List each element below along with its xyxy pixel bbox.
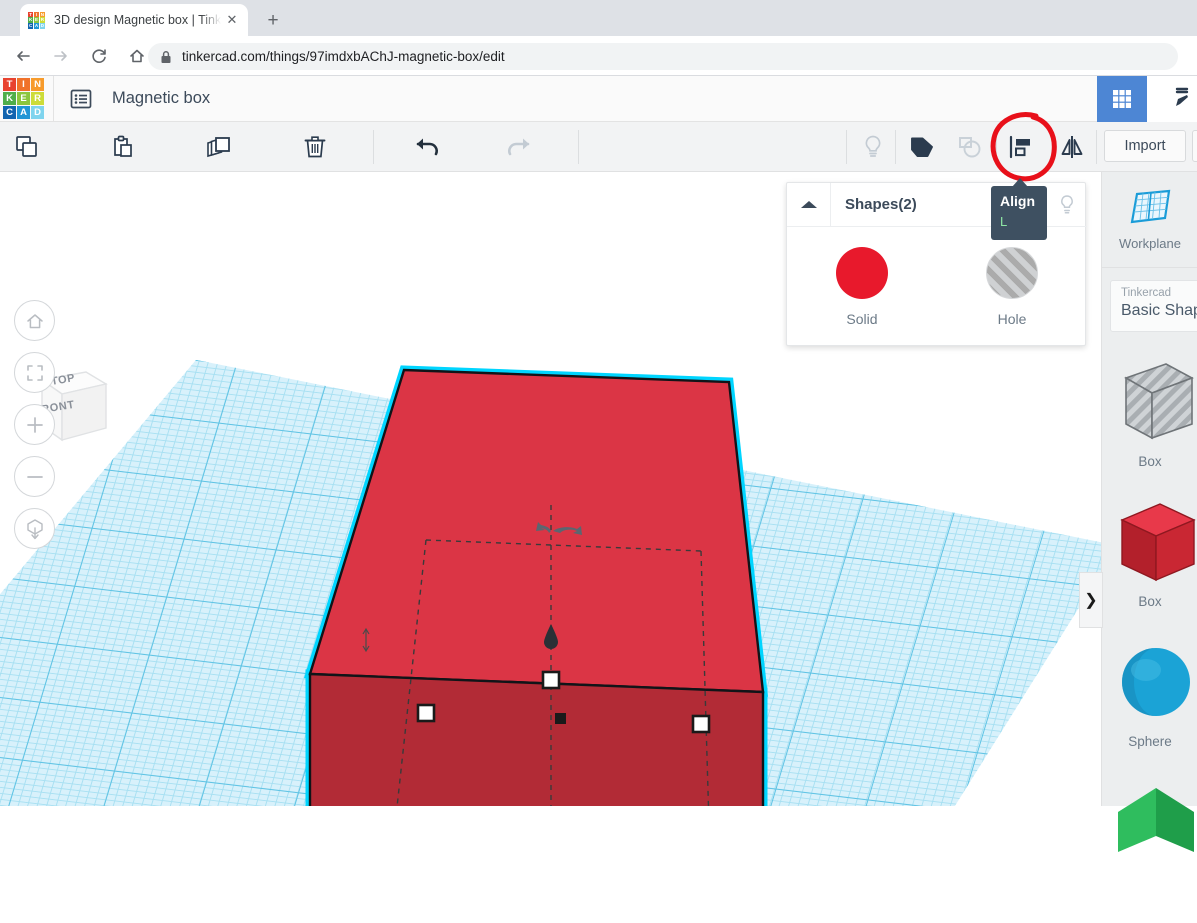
logo-tile-n: N <box>31 78 44 91</box>
logo-tile-e: E <box>17 92 30 105</box>
logo-tile-k: K <box>3 92 16 105</box>
zoom-in-button[interactable] <box>14 404 55 445</box>
tooltip-title: Align <box>1000 193 1038 209</box>
back-button[interactable] <box>8 41 38 71</box>
browser-tab-strip: TIN KER CAD 3D design Magnetic box | Tinke… <box>0 0 1197 36</box>
duplicate-button[interactable] <box>202 130 236 164</box>
shape-box-hole-label: Box <box>1138 454 1161 469</box>
new-tab-button[interactable]: + <box>260 8 286 34</box>
browser-tab[interactable]: TIN KER CAD 3D design Magnetic box | Tinke… <box>20 4 248 36</box>
shapes-popup-body: Solid Hole <box>787 227 1087 347</box>
logo-tile-i: I <box>34 12 39 17</box>
logo-tile-r: R <box>40 17 45 22</box>
solid-swatch[interactable]: Solid <box>787 227 937 347</box>
app-header: TIN KER CAD Magnetic box <box>0 76 1197 122</box>
workplane-grid[interactable] <box>0 332 1101 806</box>
collapse-sidebar-button[interactable]: ❯ <box>1079 572 1103 628</box>
workplane-label: Workplane <box>1119 236 1181 251</box>
app-toolbar <box>0 122 1197 172</box>
shape-sphere-label: Sphere <box>1128 734 1172 749</box>
logo-tile-t: T <box>28 12 33 17</box>
logo-tile-d: D <box>31 106 44 119</box>
forward-button[interactable] <box>46 41 76 71</box>
hole-swatch[interactable]: Hole <box>937 227 1087 347</box>
page-title[interactable]: Magnetic box <box>112 89 210 108</box>
logo-tile-e: E <box>34 17 39 22</box>
shapes-sidebar: Workplane Tinkercad Basic Shapes Box Box <box>1101 172 1197 806</box>
list-menu-icon[interactable] <box>68 86 94 112</box>
shape-sphere[interactable]: Sphere <box>1102 638 1197 783</box>
toolbar-divider-3 <box>846 130 847 164</box>
toolbar-divider-4 <box>895 130 896 164</box>
logo-tile-c: C <box>3 106 16 119</box>
browser-tab-title: 3D design Magnetic box | Tinkerc <box>54 13 221 27</box>
chevron-up-icon[interactable] <box>787 183 831 227</box>
toolbar-divider <box>373 130 374 164</box>
align-tooltip: Align L <box>991 186 1047 240</box>
edit-tab[interactable] <box>1147 76 1197 122</box>
zoom-out-button[interactable] <box>14 456 55 497</box>
toolbar-divider-6 <box>1096 130 1097 164</box>
copy-button[interactable] <box>10 130 44 164</box>
shape-box-solid-label: Box <box>1138 594 1161 609</box>
lightbulb-icon[interactable] <box>1047 193 1087 217</box>
mirror-icon[interactable] <box>1055 130 1089 164</box>
logo-tile-d: D <box>40 23 45 28</box>
shape-box-solid[interactable]: Box <box>1102 498 1197 643</box>
url-text: tinkercad.com/things/97imdxbAChJ-magneti… <box>182 49 505 64</box>
export-button[interactable] <box>1192 130 1197 162</box>
header-tabs <box>1097 76 1197 122</box>
undo-button[interactable] <box>412 130 446 164</box>
workplane-grid-icon <box>1127 188 1173 228</box>
logo-tile-a: A <box>34 23 39 28</box>
logo-tile-r: R <box>31 92 44 105</box>
solid-swatch-label: Solid <box>846 311 877 327</box>
logo-tile-a: A <box>17 106 30 119</box>
header-divider <box>53 76 54 122</box>
shape-library-select[interactable]: Tinkercad Basic Shapes <box>1110 280 1197 332</box>
home-view-button[interactable] <box>14 300 55 341</box>
close-tab-icon[interactable]: ✕ <box>224 12 240 28</box>
tooltip-shortcut: L <box>1000 214 1038 229</box>
logo-tile-n: N <box>40 12 45 17</box>
tinkercad-logo[interactable]: TIN KER CAD <box>3 78 45 120</box>
logo-tile-c: C <box>28 23 33 28</box>
redo-button[interactable] <box>500 130 534 164</box>
library-vendor-label: Tinkercad <box>1121 287 1197 299</box>
group-shapes-icon[interactable] <box>905 130 939 164</box>
shape-box-hole[interactable]: Box <box>1102 358 1197 503</box>
address-bar[interactable]: tinkercad.com/things/97imdxbAChJ-magneti… <box>148 43 1178 70</box>
tinkercad-favicon-icon: TIN KER CAD <box>28 12 45 29</box>
logo-tile-i: I <box>17 78 30 91</box>
ungroup-shapes-icon[interactable] <box>953 130 987 164</box>
lock-icon <box>160 50 172 64</box>
shape-roof[interactable] <box>1102 778 1197 923</box>
delete-button[interactable] <box>298 130 332 164</box>
workplane-tool[interactable]: Workplane <box>1102 172 1197 268</box>
hole-swatch-label: Hole <box>998 311 1027 327</box>
align-icon[interactable] <box>1004 130 1038 164</box>
perspective-toggle-button[interactable] <box>14 508 55 549</box>
toolbar-divider-2 <box>578 130 579 164</box>
hole-pattern-circle[interactable] <box>986 247 1038 299</box>
logo-tile-t: T <box>3 78 16 91</box>
logo-tile-k: K <box>28 17 33 22</box>
toolbar-divider-5 <box>996 130 997 164</box>
solid-color-circle[interactable] <box>836 247 888 299</box>
design-grid-tab[interactable] <box>1097 76 1147 122</box>
paste-button[interactable] <box>106 130 140 164</box>
lightbulb-icon[interactable] <box>856 130 890 164</box>
fit-all-button[interactable] <box>14 352 55 393</box>
library-name-label: Basic Shapes <box>1121 302 1197 320</box>
reload-button[interactable] <box>84 41 114 71</box>
import-button[interactable]: Import <box>1104 130 1186 162</box>
browser-toolbar: tinkercad.com/things/97imdxbAChJ-magneti… <box>0 36 1197 76</box>
